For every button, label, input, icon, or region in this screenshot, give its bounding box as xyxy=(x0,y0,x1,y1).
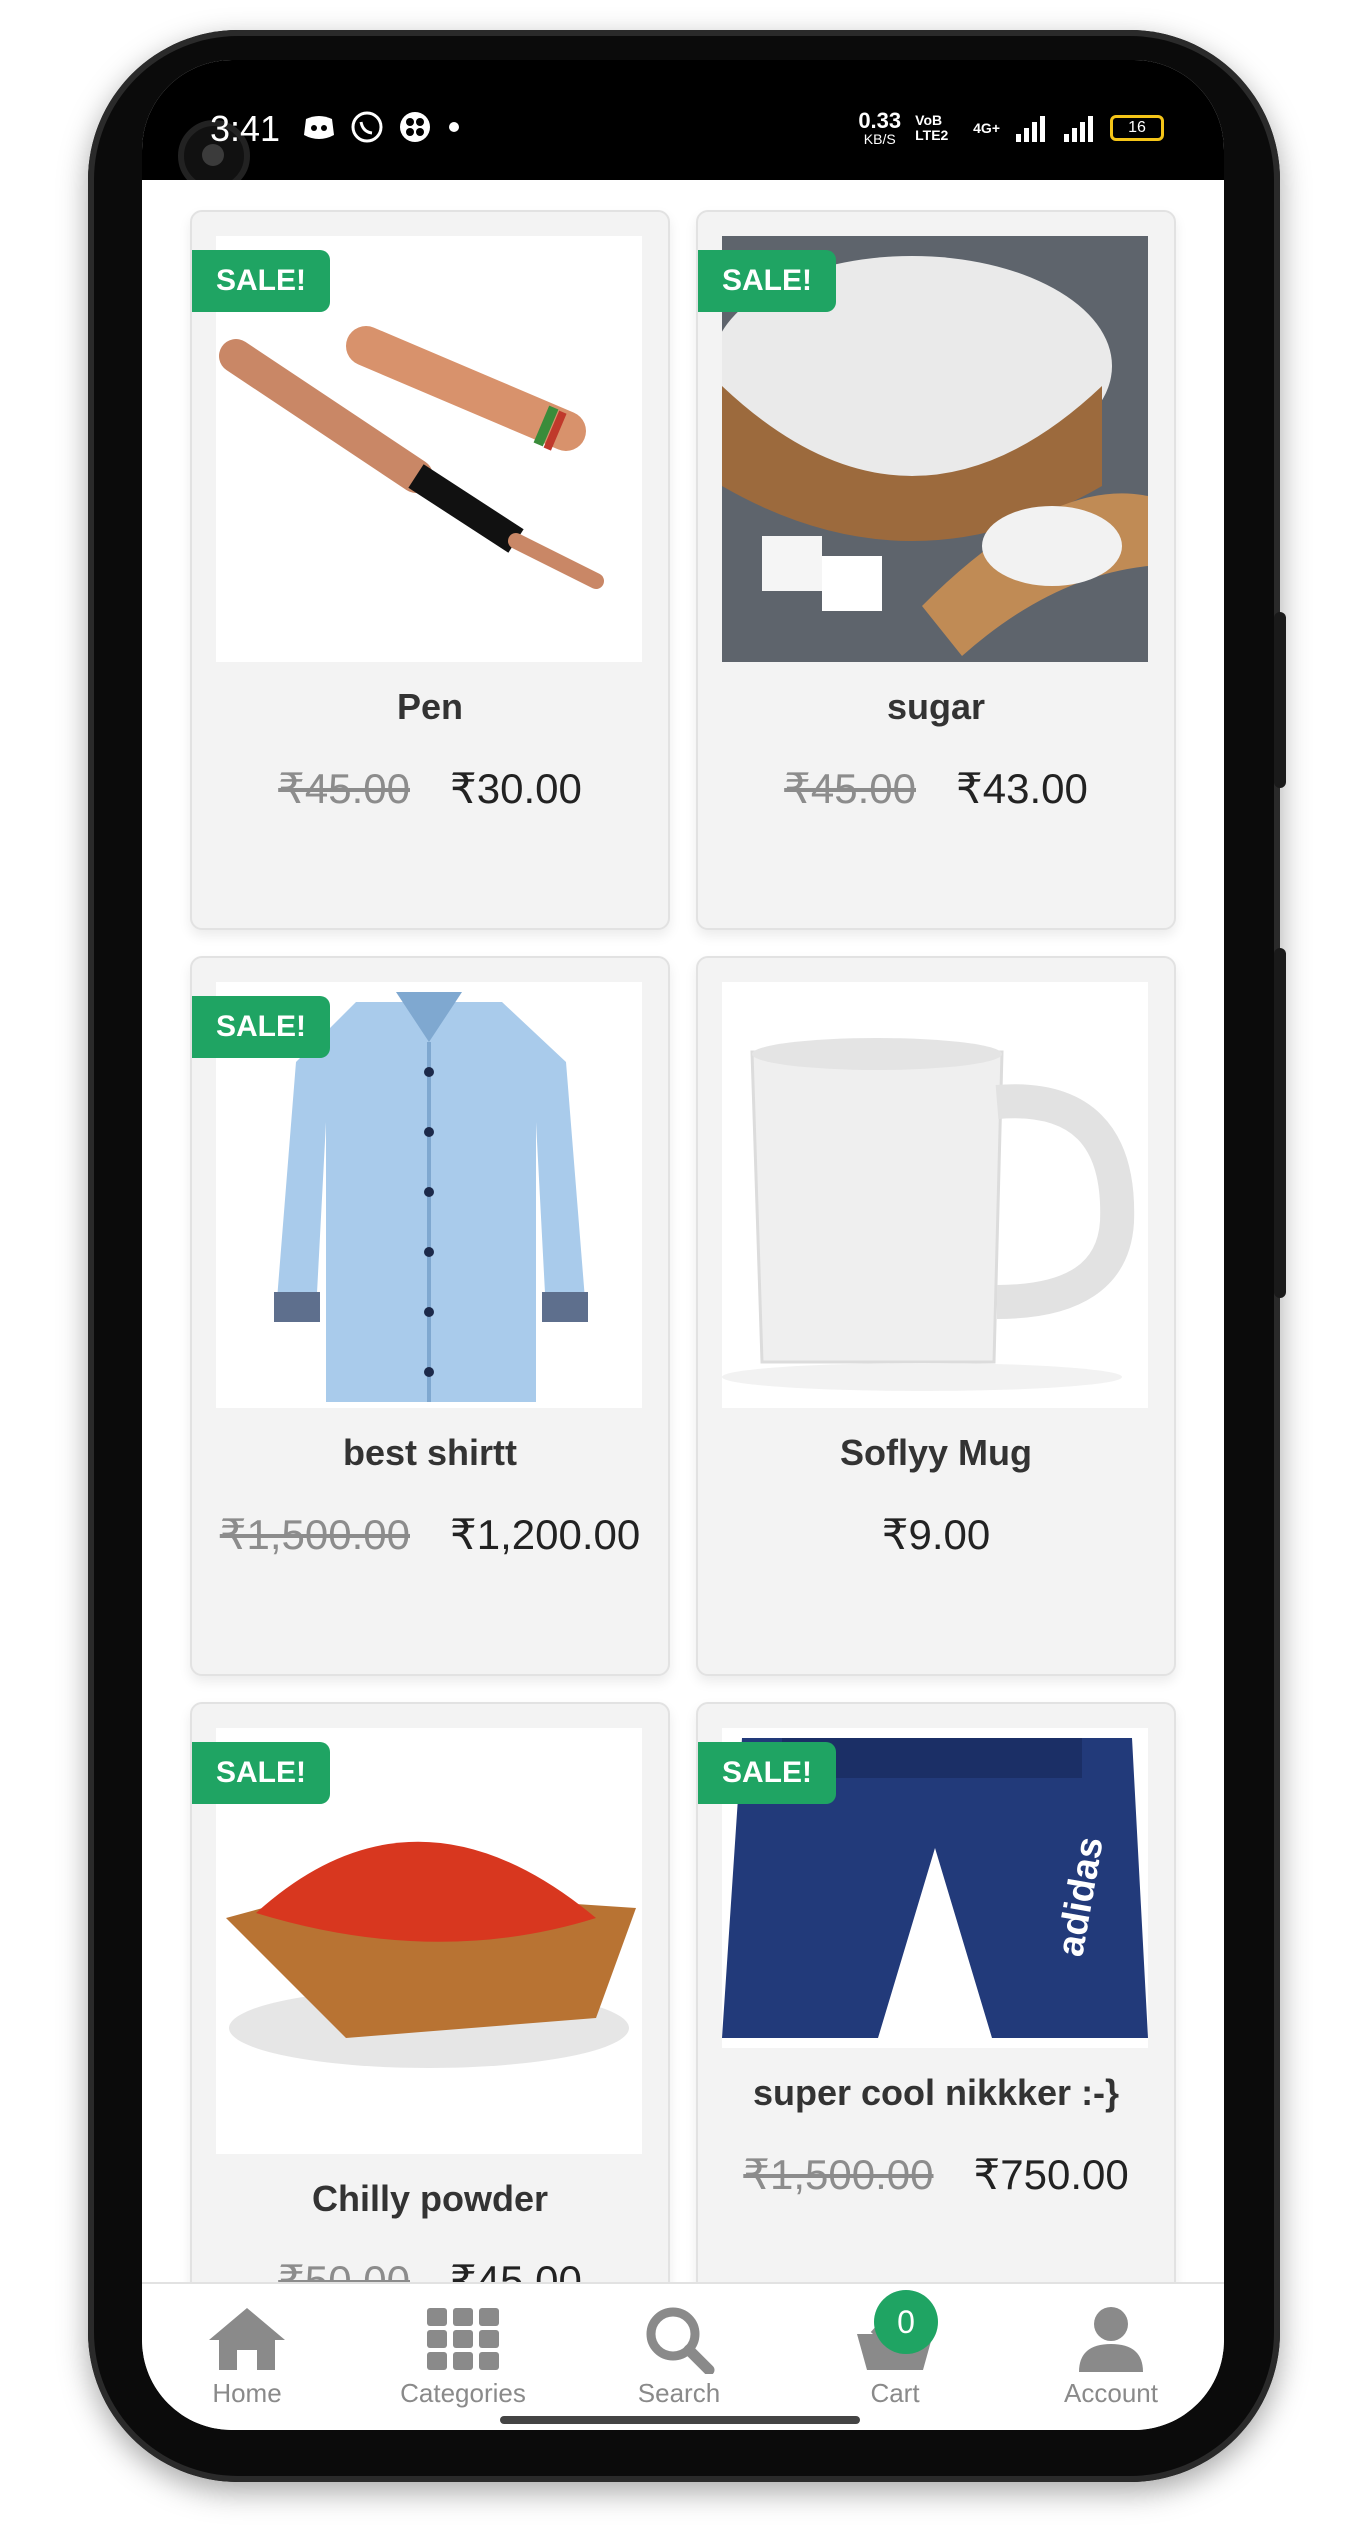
mug-image[interactable] xyxy=(722,982,1148,1408)
product-name[interactable]: sugar xyxy=(698,686,1174,728)
nav-categories-label: Categories xyxy=(400,2378,526,2408)
nav-account[interactable]: Account xyxy=(1036,2304,1186,2409)
mug-illustration xyxy=(722,1038,1135,1391)
sale-badge: SALE! xyxy=(192,250,330,312)
net-type: VoB LTE2 xyxy=(915,111,949,143)
cart-count-badge: 0 xyxy=(874,2290,938,2354)
nav-search-label: Search xyxy=(637,2378,721,2408)
product-price: ₹45.00 ₹30.00 xyxy=(192,764,668,813)
old-price: ₹1,500.00 xyxy=(743,2151,934,2198)
sale-price: ₹43.00 xyxy=(956,765,1088,812)
sale-badge: SALE! xyxy=(698,1742,836,1804)
sale-price: ₹45.00 xyxy=(450,2257,582,2282)
old-price: ₹45.00 xyxy=(784,765,916,812)
product-card-chilly-powder[interactable]: SALE! Chilly powder ₹50.00 ₹45.00 xyxy=(190,1702,670,2282)
user-icon xyxy=(1079,2307,1143,2372)
search-icon xyxy=(646,2307,715,2374)
status-system-icons: 0.33 KB/S VoB LTE2 4G+ 16 xyxy=(858,110,1164,146)
old-price: ₹50.00 xyxy=(278,2257,410,2282)
product-name[interactable]: super cool nikkker :-} xyxy=(698,2072,1174,2114)
old-price: ₹1,500.00 xyxy=(219,1511,410,1558)
net-speed: 0.33 KB/S xyxy=(858,108,902,147)
product-price: ₹45.00 ₹43.00 xyxy=(698,764,1174,813)
nav-account-label: Account xyxy=(1064,2378,1158,2408)
product-card-pen[interactable]: SALE! Pen ₹45.00 ₹30.00 xyxy=(190,210,670,930)
nav-search[interactable]: Search xyxy=(604,2304,754,2409)
screen: 3:41 0.33 KB/S VoB LTE2 4G+ 16 SALE! Pen… xyxy=(142,60,1224,2430)
product-price: ₹50.00 ₹45.00 xyxy=(192,2256,668,2282)
product-price: ₹1,500.00 ₹1,200.00 xyxy=(192,1510,668,1559)
product-card-sugar[interactable]: SALE! sugar ₹45.00 ₹43.00 xyxy=(696,210,1176,930)
battery-icon: 16 xyxy=(1110,115,1164,141)
nav-categories[interactable]: Categories xyxy=(388,2304,538,2409)
sale-price: ₹750.00 xyxy=(973,2151,1129,2198)
signal-type: 4G+ xyxy=(973,120,1000,136)
nav-home-label: Home xyxy=(212,2378,282,2408)
product-card-shirt[interactable]: SALE! best shirtt ₹1,500.00 ₹1,200.00 xyxy=(190,956,670,1676)
sale-price: ₹30.00 xyxy=(450,765,582,812)
gesture-home-bar[interactable] xyxy=(500,2416,860,2424)
sale-badge: SALE! xyxy=(698,250,836,312)
product-name[interactable]: Soflyy Mug xyxy=(698,1432,1174,1474)
status-notification-icons xyxy=(302,110,462,144)
old-price: ₹45.00 xyxy=(278,765,410,812)
sale-badge: SALE! xyxy=(192,996,330,1058)
product-name[interactable]: Pen xyxy=(192,686,668,728)
status-bar: 3:41 0.33 KB/S VoB LTE2 4G+ 16 xyxy=(142,60,1224,192)
whatsapp-icon xyxy=(351,111,383,143)
dot-icon xyxy=(449,122,459,132)
grid-icon xyxy=(427,2308,499,2370)
sale-badge: SALE! xyxy=(192,1742,330,1804)
sale-price: ₹9.00 xyxy=(881,1511,991,1558)
bottom-nav: Home Categories Search Cart 0 Account xyxy=(142,2282,1224,2430)
side-button-volume xyxy=(1274,948,1286,1298)
product-name[interactable]: best shirtt xyxy=(192,1432,668,1474)
product-price: ₹1,500.00 ₹750.00 xyxy=(698,2150,1174,2199)
product-price: ₹9.00 xyxy=(698,1510,1174,1559)
product-card-mug[interactable]: Soflyy Mug ₹9.00 xyxy=(696,956,1176,1676)
home-icon xyxy=(209,2308,285,2370)
product-list[interactable]: SALE! Pen ₹45.00 ₹30.00 SALE! sugar ₹45.… xyxy=(142,180,1224,2282)
discord-icon xyxy=(304,116,334,139)
status-time: 3:41 xyxy=(210,108,281,149)
nav-cart[interactable]: Cart 0 xyxy=(820,2290,970,2409)
product-name[interactable]: Chilly powder xyxy=(192,2178,668,2220)
signal-icon-2 xyxy=(1064,116,1093,142)
product-card-shorts[interactable]: adidas SALE! super cool nikkker :-} ₹1,5… xyxy=(696,1702,1176,2282)
nav-cart-label: Cart xyxy=(870,2378,920,2408)
nav-home[interactable]: Home xyxy=(172,2304,322,2409)
app-grid-icon xyxy=(400,112,430,142)
sale-price: ₹1,200.00 xyxy=(450,1511,641,1558)
side-button-top xyxy=(1274,612,1286,788)
signal-icon xyxy=(1016,116,1045,142)
